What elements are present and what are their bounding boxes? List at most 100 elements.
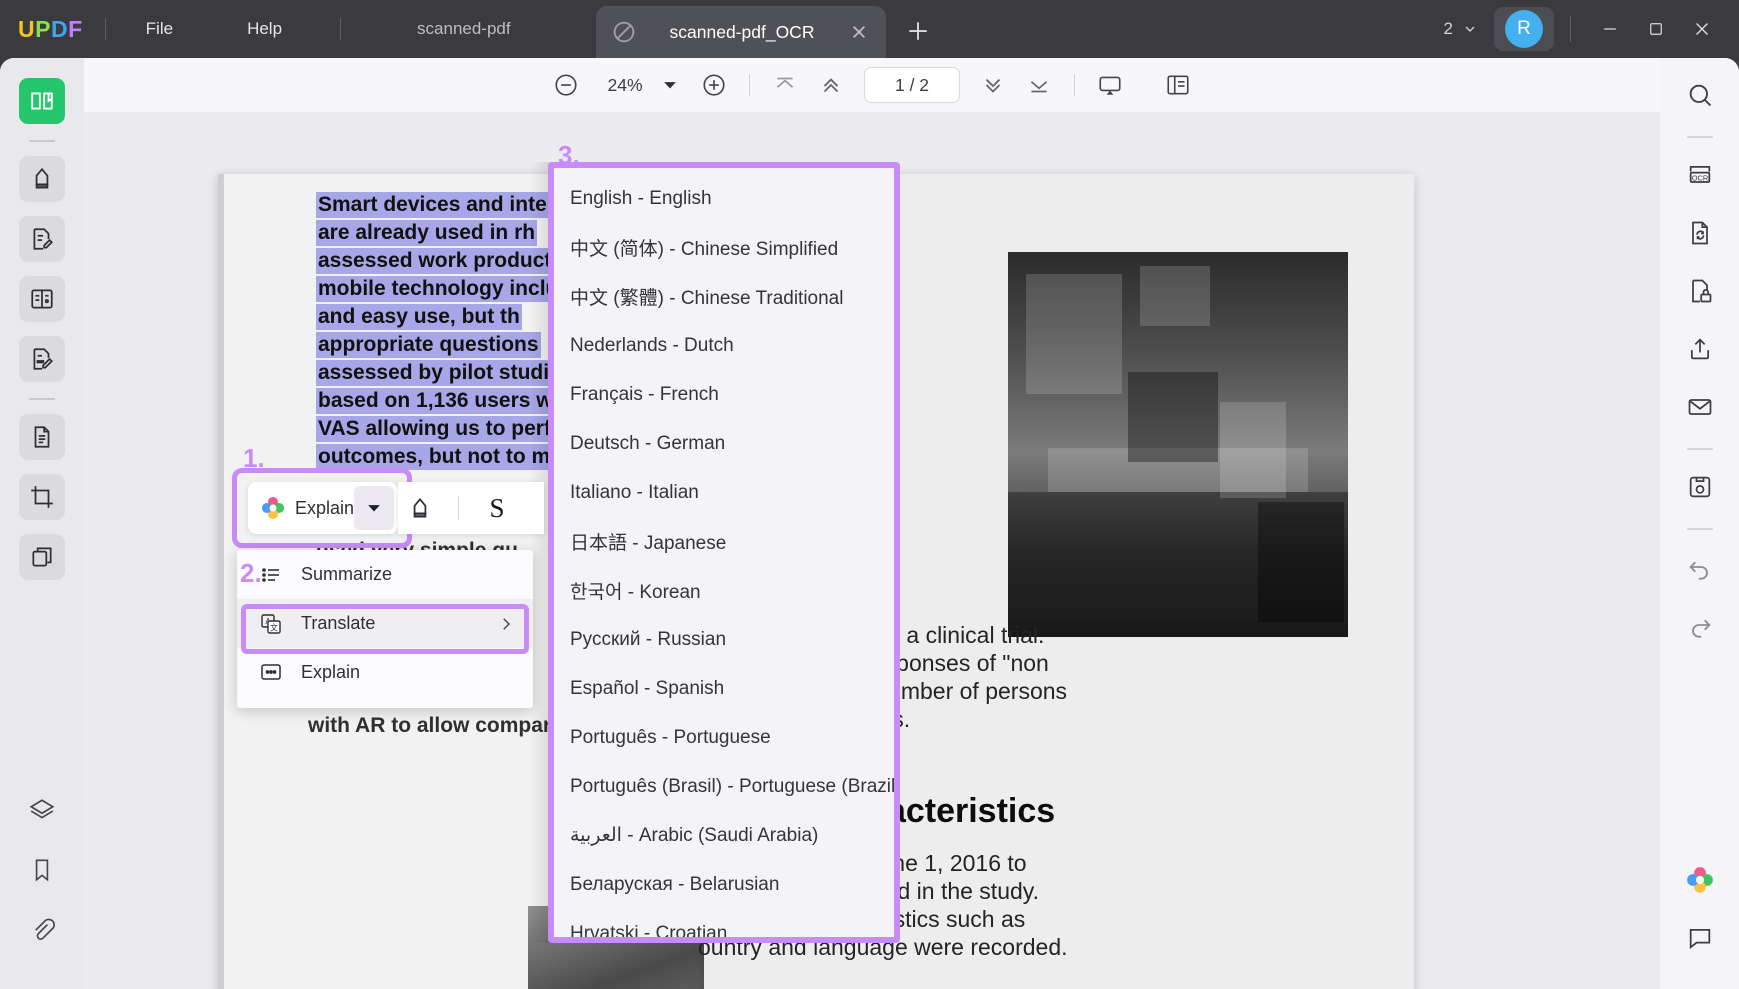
language-option[interactable]: English - English [554, 174, 894, 223]
language-option[interactable]: Italiano - Italian [554, 468, 894, 517]
language-option[interactable]: Français - French [554, 370, 894, 419]
language-option[interactable]: Hrvatski - Croatian [554, 909, 894, 938]
language-option[interactable]: 日本語 - Japanese [554, 517, 894, 566]
document-convert-icon [1691, 221, 1708, 245]
maximize-button[interactable] [1633, 0, 1679, 58]
sidebar-compare-tool[interactable] [19, 534, 65, 580]
ai-actions-menu[interactable]: Summarize A 文 Translate [237, 550, 533, 708]
language-option[interactable]: Deutsch - German [554, 419, 894, 468]
ai-explain-label: Explain [295, 497, 355, 518]
logo-letter-d: D [50, 15, 69, 42]
language-option[interactable]: Nederlands - Dutch [554, 321, 894, 370]
active-tab-title: scanned-pdf_OCR [669, 21, 815, 42]
layers-icon [29, 799, 55, 819]
zoom-out-button[interactable] [543, 65, 589, 105]
reading-mode-button[interactable] [1155, 65, 1201, 105]
tab-count-dropdown[interactable]: 2 [1444, 19, 1478, 39]
comment-button[interactable] [1677, 915, 1723, 961]
sidebar-organize-pages[interactable] [19, 414, 65, 460]
language-list[interactable]: English - English 中文 (简体) - Chinese Simpl… [554, 168, 894, 938]
redo-button[interactable] [1677, 602, 1723, 648]
protect-button[interactable] [1677, 268, 1723, 314]
menu-file[interactable]: File [128, 13, 191, 45]
list-summary-icon [259, 563, 283, 587]
strikethrough-button[interactable]: S [475, 493, 519, 524]
ai-menu-label-translate: Translate [301, 613, 376, 633]
undo-button[interactable] [1677, 544, 1723, 590]
zoom-level[interactable]: 24% [589, 75, 661, 96]
paperclip-icon [35, 918, 55, 940]
selection-toolstrip[interactable]: S [398, 482, 544, 534]
floppy-save-icon [1689, 476, 1710, 498]
ai-menu-item-explain[interactable]: Explain [237, 648, 533, 697]
account-button[interactable]: R [1494, 7, 1554, 51]
ai-assistant-button[interactable] [1677, 857, 1723, 903]
last-page-button[interactable] [1016, 65, 1062, 105]
ai-menu-label-explain: Explain [301, 662, 361, 682]
svg-text:OCR: OCR [1691, 173, 1708, 182]
sidebar-edit-tool[interactable] [19, 216, 65, 262]
sidebar-reader-tool[interactable] [19, 78, 65, 124]
language-option[interactable]: Беларуская - Belarusian [554, 860, 894, 909]
language-option[interactable]: Português (Brasil) - Portuguese (Brazili… [554, 762, 894, 811]
email-button[interactable] [1677, 384, 1723, 430]
document-text-line: and easy use, but th [316, 304, 522, 330]
first-page-button[interactable] [762, 65, 808, 105]
document-text-line: are already used in rh [316, 220, 538, 246]
document-text-line: appropriate questions [316, 332, 541, 358]
save-as-button[interactable] [1677, 464, 1723, 510]
sidebar-highlight-tool[interactable] [19, 156, 65, 202]
sidebar-crop-tool[interactable] [19, 474, 65, 520]
search-icon [1689, 84, 1711, 107]
search-button[interactable] [1677, 72, 1723, 118]
language-option[interactable]: 中文 (繁體) - Chinese Traditional [554, 272, 894, 321]
page-number-input[interactable]: 1 / 2 [864, 67, 960, 103]
document-viewport[interactable]: Smart devices and inte are already used i… [84, 112, 1660, 989]
chevron-down-icon [1465, 26, 1475, 32]
next-page-button[interactable] [970, 65, 1016, 105]
menu-help[interactable]: Help [229, 13, 300, 45]
ai-flower-icon [260, 495, 286, 521]
minimize-button[interactable] [1587, 0, 1633, 58]
sidebar-form-tool[interactable] [19, 276, 65, 322]
sidebar-bookmarks[interactable] [19, 847, 65, 893]
convert-button[interactable] [1677, 210, 1723, 256]
ocr-button[interactable]: OCR [1677, 152, 1723, 198]
language-option[interactable]: 한국어 - Korean [554, 566, 894, 615]
language-option[interactable]: Русский - Russian [554, 615, 894, 664]
presentation-screen-icon [1099, 76, 1121, 95]
zoom-in-button[interactable] [691, 65, 737, 105]
background-tab[interactable]: scanned-pdf [417, 19, 511, 39]
panel-shadow [530, 162, 550, 943]
ai-explain-button[interactable]: Explain [248, 482, 398, 534]
language-option[interactable]: 中文 (简体) - Chinese Simplified [554, 223, 894, 272]
ai-menu-item-translate[interactable]: A 文 Translate [237, 599, 533, 648]
tab-count-value: 2 [1443, 19, 1453, 38]
close-icon[interactable] [846, 19, 872, 45]
sidebar-attachments[interactable] [19, 907, 65, 953]
step-marker-1: 1. [243, 443, 265, 473]
document-edit-icon [33, 228, 53, 250]
sidebar-layers[interactable] [19, 787, 65, 833]
copy-pages-icon [32, 547, 52, 567]
previous-page-button[interactable] [808, 65, 854, 105]
ocr-icon: OCR [1689, 165, 1710, 183]
language-option[interactable]: Español - Spanish [554, 664, 894, 713]
presentation-mode-button[interactable] [1087, 65, 1133, 105]
highlight-marker-button[interactable] [398, 495, 442, 521]
document-text-line: mobile technology inclu [316, 276, 561, 302]
redo-arrow-icon [1691, 619, 1711, 638]
new-tab-button[interactable] [903, 16, 933, 46]
share-button[interactable] [1677, 326, 1723, 372]
language-dropdown-panel[interactable]: English - English 中文 (简体) - Chinese Simpl… [548, 162, 900, 943]
language-option[interactable]: العربية - Arabic (Saudi Arabia) [554, 811, 894, 860]
pdf-slash-icon [610, 18, 638, 46]
zoom-dropdown-button[interactable] [661, 76, 679, 94]
ai-menu-item-summarize[interactable]: Summarize [237, 550, 533, 599]
ai-dropdown-caret[interactable] [354, 486, 394, 530]
open-book-icon [31, 92, 53, 110]
active-tab[interactable]: scanned-pdf_OCR [596, 6, 886, 58]
language-option[interactable]: Português - Portuguese [554, 713, 894, 762]
sidebar-sign-tool[interactable] [19, 336, 65, 382]
window-close-button[interactable] [1679, 0, 1725, 58]
